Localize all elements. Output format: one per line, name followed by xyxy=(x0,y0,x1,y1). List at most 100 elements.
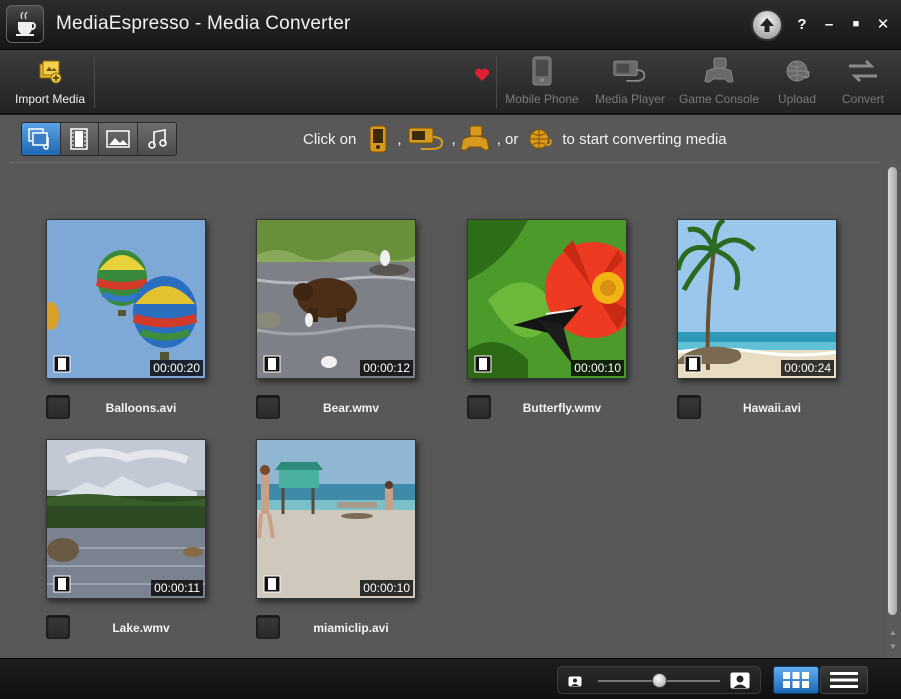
mobile-phone-button[interactable]: Mobile Phone xyxy=(503,54,581,110)
convert-label: Convert xyxy=(841,92,885,106)
import-media-label: Import Media xyxy=(14,92,86,106)
media-player-label: Media Player xyxy=(594,92,666,106)
close-icon: ✕ xyxy=(876,16,890,33)
status-bar xyxy=(0,658,901,699)
media-item[interactable]: 00:00:10 Butterfly.wmv xyxy=(467,219,657,429)
toolbar-separator xyxy=(94,56,95,108)
list-view-icon xyxy=(830,672,858,688)
globe-upload-icon xyxy=(525,124,555,154)
video-film-icon xyxy=(474,355,492,373)
file-name: miamiclip.avi xyxy=(313,621,389,635)
hint-comma: , xyxy=(397,130,402,148)
media-thumbnail[interactable]: 00:00:12 xyxy=(256,219,416,379)
scroll-up-arrow-icon[interactable]: ▲ xyxy=(888,629,898,637)
video-film-icon xyxy=(263,355,281,373)
media-player-icon xyxy=(406,124,448,154)
file-name: Balloons.avi xyxy=(105,401,177,415)
video-film-icon xyxy=(53,355,71,373)
large-thumbnail-icon xyxy=(730,672,750,689)
grid-view-icon xyxy=(783,672,809,688)
select-checkbox[interactable] xyxy=(46,615,70,639)
filter-music-button[interactable] xyxy=(137,123,176,155)
slider-knob[interactable] xyxy=(651,673,667,688)
video-film-icon xyxy=(684,355,702,373)
filter-bar: Click on , , , or to start converting me… xyxy=(0,115,901,163)
media-player-icon xyxy=(613,60,646,82)
filter-photo-button[interactable] xyxy=(99,123,138,155)
import-media-icon xyxy=(39,60,62,84)
media-item[interactable]: 00:00:20 Balloons.avi xyxy=(46,219,236,429)
file-name: Bear.wmv xyxy=(322,401,380,415)
hint-suffix: to start converting media xyxy=(562,130,727,148)
app-logo xyxy=(6,5,44,43)
file-name: Butterfly.wmv xyxy=(522,401,602,415)
select-checkbox[interactable] xyxy=(256,395,280,419)
globe-upload-icon xyxy=(786,60,810,82)
small-thumbnail-icon xyxy=(568,676,582,687)
duration-badge: 00:00:11 xyxy=(151,580,203,596)
filter-video-button[interactable] xyxy=(60,123,99,155)
media-item[interactable]: 00:00:12 Bear.wmv xyxy=(256,219,446,429)
all-media-icon xyxy=(28,128,49,150)
convert-hint: Click on , , , or to start converting me… xyxy=(300,123,730,155)
filter-all-button[interactable] xyxy=(22,123,61,155)
minimize-icon: – xyxy=(824,15,834,33)
update-button[interactable] xyxy=(751,9,783,41)
help-icon: ? xyxy=(797,15,807,33)
import-media-button[interactable]: Import Media xyxy=(10,54,90,110)
scroll-thumb[interactable] xyxy=(888,167,897,615)
music-filter-icon xyxy=(147,129,167,149)
select-checkbox[interactable] xyxy=(256,615,280,639)
media-item[interactable]: 00:00:10 miamiclip.avi xyxy=(256,439,446,649)
thumbnail-size-slider[interactable] xyxy=(557,666,761,694)
window-title: MediaEspresso - Media Converter xyxy=(56,13,351,34)
select-checkbox[interactable] xyxy=(677,395,701,419)
file-name: Lake.wmv xyxy=(112,621,170,635)
photo-filter-icon xyxy=(106,130,130,148)
close-button[interactable]: ✕ xyxy=(869,10,897,38)
media-item[interactable]: 00:00:24 Hawaii.avi xyxy=(677,219,867,429)
media-thumbnail[interactable]: 00:00:11 xyxy=(46,439,206,599)
media-thumbnail[interactable]: 00:00:24 xyxy=(677,219,837,379)
scroll-down-arrow-icon[interactable]: ▼ xyxy=(888,643,898,651)
list-view-button[interactable] xyxy=(820,666,868,694)
media-thumbnail[interactable]: 00:00:10 xyxy=(256,439,416,599)
media-library: 00:00:20 Balloons.avi 00:00:12 Bear.wmv … xyxy=(0,163,901,658)
hint-or: , or xyxy=(496,130,519,148)
upload-label: Upload xyxy=(777,92,817,106)
grid-view-button[interactable] xyxy=(773,666,819,694)
video-film-icon xyxy=(263,575,281,593)
convert-arrows-icon xyxy=(849,59,877,83)
duration-badge: 00:00:12 xyxy=(360,360,413,376)
video-filter-icon xyxy=(70,128,88,150)
media-thumbnail[interactable]: 00:00:20 xyxy=(46,219,206,379)
select-checkbox[interactable] xyxy=(46,395,70,419)
file-name: Hawaii.avi xyxy=(742,401,802,415)
select-checkbox[interactable] xyxy=(467,395,491,419)
toolbar: Import Media Mobile Phone Media Player G… xyxy=(0,50,901,114)
minimize-button[interactable]: – xyxy=(815,10,843,38)
duration-badge: 00:00:10 xyxy=(360,580,413,596)
media-item[interactable]: 00:00:11 Lake.wmv xyxy=(46,439,236,649)
maximize-button[interactable]: ■ xyxy=(842,10,870,38)
media-thumbnail[interactable]: 00:00:10 xyxy=(467,219,627,379)
media-player-button[interactable]: Media Player xyxy=(592,54,668,110)
mobile-phone-label: Mobile Phone xyxy=(505,92,579,106)
arrow-up-icon xyxy=(760,18,774,32)
toolbar-separator xyxy=(496,56,497,108)
game-console-label: Game Console xyxy=(678,92,760,106)
help-button[interactable]: ? xyxy=(788,10,816,38)
title-bar: MediaEspresso - Media Converter ? – ■ ✕ xyxy=(0,0,901,50)
duration-badge: 00:00:10 xyxy=(571,360,624,376)
duration-badge: 00:00:24 xyxy=(781,360,834,376)
video-film-icon xyxy=(53,575,71,593)
convert-button[interactable]: Convert xyxy=(838,54,888,110)
vertical-scrollbar[interactable]: ▲ ▼ xyxy=(885,163,901,658)
game-console-button[interactable]: Game Console xyxy=(678,54,760,110)
mobile-phone-icon xyxy=(532,56,552,86)
upload-button[interactable]: Upload xyxy=(772,54,822,110)
favorite-heart-icon[interactable] xyxy=(474,68,490,87)
hint-comma: , xyxy=(451,130,456,148)
media-filter-group xyxy=(21,122,177,156)
mobile-phone-icon xyxy=(363,124,393,154)
